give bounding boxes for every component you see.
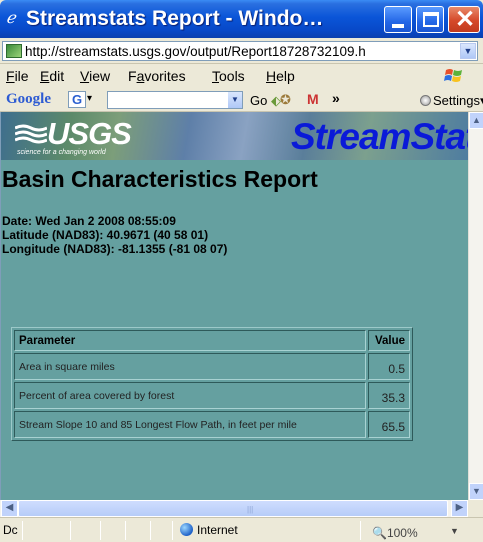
highlight-icon[interactable]: ✪	[280, 92, 291, 108]
close-icon: ✕	[454, 6, 476, 33]
status-divider	[125, 521, 126, 540]
status-divider	[360, 521, 361, 540]
table-row: Area in square miles 0.5	[14, 353, 410, 380]
scroll-up-icon[interactable]: ▲	[469, 112, 483, 129]
menu-favorites[interactable]: Favorites	[128, 68, 186, 84]
maximize-button[interactable]	[416, 6, 444, 33]
usgs-wave-icon	[15, 124, 47, 144]
cell-value: 65.5	[368, 411, 410, 438]
header-parameter: Parameter	[14, 330, 366, 351]
ie-icon: ℯ	[6, 8, 16, 27]
report-date: Date: Wed Jan 2 2008 08:55:09	[2, 214, 176, 228]
report-longitude: Longitude (NAD83): -81.1355 (-81 08 07)	[2, 242, 228, 256]
scroll-left-icon[interactable]: ◀	[1, 500, 18, 517]
browser-window: ℯ Streamstats Report - Windo… ✕ http://s…	[0, 0, 483, 542]
google-go-button[interactable]: Go ⬖	[250, 93, 281, 109]
window-title: Streamstats Report - Windo…	[26, 7, 324, 30]
chevron-down-icon[interactable]: ▾	[87, 93, 92, 104]
status-text: Dc	[3, 523, 18, 537]
menu-file[interactable]: File	[6, 68, 29, 84]
grip-icon: |||	[247, 505, 254, 514]
status-divider	[100, 521, 101, 540]
menu-edit[interactable]: Edit	[40, 68, 64, 84]
table-header-row: Parameter Value	[14, 330, 410, 351]
report-latitude: Latitude (NAD83): 40.9671 (40 58 01)	[2, 228, 209, 242]
usgs-tagline: science for a changing world	[17, 149, 106, 156]
maximize-icon	[423, 12, 439, 27]
security-zone[interactable]: Internet	[180, 523, 238, 537]
gmail-icon[interactable]: M	[307, 91, 319, 107]
status-divider	[172, 521, 173, 540]
google-search-input[interactable]: ▼	[107, 91, 243, 109]
menu-tools[interactable]: Tools	[212, 68, 245, 84]
scrollbar-corner	[468, 500, 483, 517]
status-divider	[70, 521, 71, 540]
google-logo[interactable]: Google	[6, 91, 51, 108]
settings-button[interactable]: Settings▾	[420, 93, 483, 109]
header-value: Value	[368, 330, 410, 351]
address-bar: http://streamstats.usgs.gov/output/Repor…	[0, 38, 483, 64]
vertical-scrollbar[interactable]: ▲ ▼	[468, 112, 483, 500]
horizontal-scrollbar[interactable]: ◀ ||| ▶	[0, 500, 468, 517]
cell-value: 35.3	[368, 382, 410, 409]
address-dropdown-icon[interactable]: ▼	[460, 43, 476, 59]
zoom-level[interactable]: 🔍100%	[372, 526, 418, 540]
close-button[interactable]: ✕	[448, 6, 480, 33]
cell-value: 0.5	[368, 353, 410, 380]
globe-icon	[180, 523, 193, 536]
google-g-button[interactable]: G	[68, 91, 86, 108]
search-dropdown-icon[interactable]: ▼	[228, 92, 242, 108]
table-row: Percent of area covered by forest 35.3	[14, 382, 410, 409]
windows-logo-icon	[444, 69, 462, 82]
minimize-icon	[392, 24, 404, 28]
menu-help[interactable]: Help	[266, 68, 295, 84]
horizontal-scroll-thumb[interactable]: |||	[18, 500, 448, 517]
page-icon	[6, 44, 22, 58]
menu-bar: File Edit View Favorites Tools Help	[0, 64, 483, 88]
address-field[interactable]: http://streamstats.usgs.gov/output/Repor…	[2, 41, 478, 61]
status-bar: Dc Internet 🔍100% ▼	[0, 517, 483, 542]
settings-radio-icon	[420, 95, 431, 106]
address-url[interactable]: http://streamstats.usgs.gov/output/Repor…	[25, 44, 465, 59]
streamstats-banner: USGS science for a changing world Stream…	[1, 112, 468, 160]
more-icon[interactable]: »	[332, 90, 340, 106]
page-content: USGS science for a changing world Stream…	[0, 112, 468, 500]
status-divider	[22, 521, 23, 540]
report-meta: Date: Wed Jan 2 2008 08:55:09 Latitude (…	[2, 214, 227, 256]
table-row: Stream Slope 10 and 85 Longest Flow Path…	[14, 411, 410, 438]
basin-characteristics-table: Parameter Value Area in square miles 0.5…	[11, 327, 413, 441]
report-title: Basin Characteristics Report	[2, 166, 318, 192]
title-bar[interactable]: ℯ Streamstats Report - Windo… ✕	[0, 0, 483, 38]
menu-view[interactable]: View	[80, 68, 110, 84]
streamstats-logo: StreamStats	[291, 116, 468, 157]
cell-parameter: Stream Slope 10 and 85 Longest Flow Path…	[14, 411, 366, 438]
google-toolbar: Google G ▾ ▼ Go ⬖ ✪ M » Settings▾	[0, 88, 483, 112]
cell-parameter: Area in square miles	[14, 353, 366, 380]
status-divider	[150, 521, 151, 540]
cell-parameter: Percent of area covered by forest	[14, 382, 366, 409]
scroll-down-icon[interactable]: ▼	[469, 483, 483, 500]
zoom-dropdown-icon[interactable]: ▼	[450, 526, 459, 536]
usgs-logo[interactable]: USGS	[47, 116, 132, 152]
minimize-button[interactable]	[384, 6, 412, 33]
scroll-right-icon[interactable]: ▶	[451, 500, 468, 517]
